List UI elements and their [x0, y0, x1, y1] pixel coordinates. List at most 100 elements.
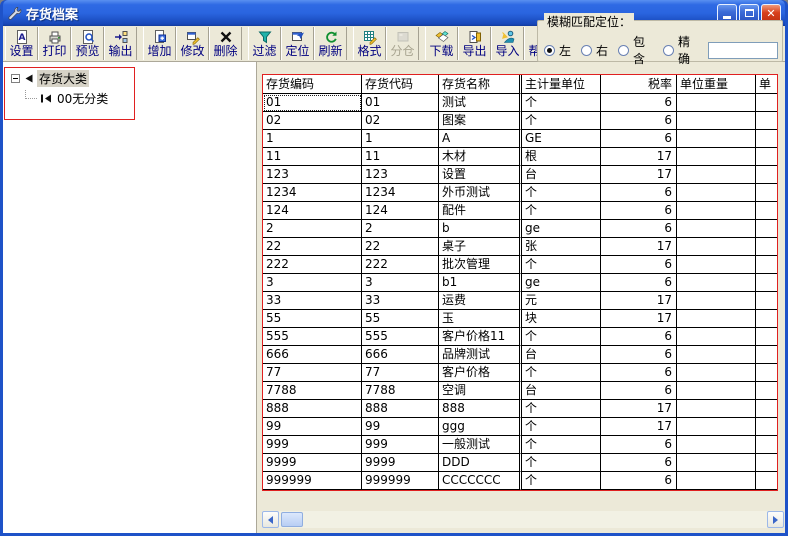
- grid-cell[interactable]: [677, 94, 756, 112]
- grid-cell[interactable]: 1234: [362, 184, 439, 202]
- grid-cell[interactable]: 17: [601, 400, 677, 418]
- grid-cell[interactable]: 6: [601, 256, 677, 274]
- grid-cell[interactable]: 元: [519, 292, 601, 310]
- grid-cell[interactable]: ge: [519, 220, 601, 238]
- grid-cell[interactable]: 6: [601, 364, 677, 382]
- grid-cell[interactable]: 17: [601, 292, 677, 310]
- toolbar-button-format[interactable]: 格式: [353, 27, 386, 60]
- grid-cell[interactable]: [677, 256, 756, 274]
- grid-cell[interactable]: 55: [263, 310, 362, 328]
- grid-cell[interactable]: 个: [519, 94, 601, 112]
- grid-cell[interactable]: 玉: [439, 310, 519, 328]
- grid-cell[interactable]: [756, 400, 777, 418]
- grid-cell[interactable]: 6: [601, 328, 677, 346]
- grid-cell[interactable]: 个: [519, 418, 601, 436]
- grid-cell[interactable]: [677, 400, 756, 418]
- grid-cell[interactable]: 1: [362, 130, 439, 148]
- radio-label[interactable]: 左: [559, 42, 571, 59]
- fuzzy-match-input[interactable]: [708, 42, 778, 59]
- grid-cell[interactable]: 99: [263, 418, 362, 436]
- grid-cell[interactable]: 11: [263, 148, 362, 166]
- grid-cell[interactable]: [677, 166, 756, 184]
- toolbar-button-settings[interactable]: A设置: [5, 27, 38, 60]
- grid-cell[interactable]: 22: [263, 238, 362, 256]
- grid-cell[interactable]: [677, 274, 756, 292]
- toolbar-button-delete[interactable]: 删除: [209, 27, 242, 60]
- grid-cell[interactable]: 空调: [439, 382, 519, 400]
- grid-cell[interactable]: 99: [362, 418, 439, 436]
- radio-3[interactable]: [618, 45, 629, 56]
- grid-cell[interactable]: 6: [601, 112, 677, 130]
- grid-cell[interactable]: [677, 454, 756, 472]
- grid-cell[interactable]: [677, 238, 756, 256]
- grid-cell[interactable]: 台: [519, 346, 601, 364]
- grid-cell[interactable]: A: [439, 130, 519, 148]
- grid-cell[interactable]: 木材: [439, 148, 519, 166]
- tree-item-root[interactable]: 存货大类: [11, 70, 256, 87]
- grid-cell[interactable]: 124: [263, 202, 362, 220]
- grid-cell[interactable]: 一般测试: [439, 436, 519, 454]
- grid-cell[interactable]: 11: [362, 148, 439, 166]
- grid-cell[interactable]: 运费: [439, 292, 519, 310]
- grid-cell[interactable]: [756, 274, 777, 292]
- horizontal-scrollbar[interactable]: [262, 511, 784, 528]
- grid-cell[interactable]: [756, 94, 777, 112]
- column-header[interactable]: 单: [756, 75, 777, 94]
- grid-cell[interactable]: [677, 130, 756, 148]
- grid-cell[interactable]: [677, 292, 756, 310]
- grid-cell[interactable]: [677, 382, 756, 400]
- radio-2[interactable]: [581, 45, 592, 56]
- grid-cell[interactable]: 2: [362, 220, 439, 238]
- grid-cell[interactable]: 33: [362, 292, 439, 310]
- grid-cell[interactable]: 555: [263, 328, 362, 346]
- grid-cell[interactable]: 个: [519, 256, 601, 274]
- grid-cell[interactable]: 6: [601, 184, 677, 202]
- grid-cell[interactable]: 9999: [362, 454, 439, 472]
- grid-cell[interactable]: 17: [601, 238, 677, 256]
- column-header[interactable]: 存货代码: [362, 75, 439, 94]
- grid-cell[interactable]: 台: [519, 166, 601, 184]
- grid-cell[interactable]: 888: [439, 400, 519, 418]
- grid-cell[interactable]: [756, 418, 777, 436]
- grid-cell[interactable]: 个: [519, 202, 601, 220]
- grid-cell[interactable]: 222: [362, 256, 439, 274]
- grid-cell[interactable]: [677, 184, 756, 202]
- grid-cell[interactable]: [756, 382, 777, 400]
- grid-cell[interactable]: 台: [519, 382, 601, 400]
- grid-cell[interactable]: [756, 292, 777, 310]
- grid-cell[interactable]: 6: [601, 436, 677, 454]
- grid-cell[interactable]: [756, 166, 777, 184]
- grid-cell[interactable]: 1234: [263, 184, 362, 202]
- grid-cell[interactable]: [756, 130, 777, 148]
- grid-cell[interactable]: 123: [362, 166, 439, 184]
- grid-cell[interactable]: 55: [362, 310, 439, 328]
- tree-item-child[interactable]: 00无分类: [25, 90, 256, 107]
- column-header[interactable]: 主计量单位: [519, 75, 601, 94]
- grid-cell[interactable]: DDD: [439, 454, 519, 472]
- grid-cell[interactable]: ggg: [439, 418, 519, 436]
- grid-cell[interactable]: [756, 184, 777, 202]
- grid-cell[interactable]: [677, 202, 756, 220]
- grid-cell[interactable]: 设置: [439, 166, 519, 184]
- grid-cell[interactable]: 666: [263, 346, 362, 364]
- grid-cell[interactable]: 6: [601, 220, 677, 238]
- grid-cell[interactable]: 6: [601, 382, 677, 400]
- grid-cell[interactable]: 测试: [439, 94, 519, 112]
- grid-cell[interactable]: 77: [263, 364, 362, 382]
- grid-cell[interactable]: [677, 148, 756, 166]
- grid-cell[interactable]: 124: [362, 202, 439, 220]
- grid-cell[interactable]: [677, 346, 756, 364]
- grid-cell[interactable]: 配件: [439, 202, 519, 220]
- grid-cell[interactable]: b: [439, 220, 519, 238]
- grid-cell[interactable]: 999999: [362, 472, 439, 490]
- grid-cell[interactable]: 77: [362, 364, 439, 382]
- grid-cell[interactable]: 6: [601, 94, 677, 112]
- grid-cell[interactable]: [756, 454, 777, 472]
- toolbar-button-output[interactable]: 输出: [104, 27, 137, 60]
- grid-cell[interactable]: [756, 472, 777, 490]
- grid-cell[interactable]: 888: [362, 400, 439, 418]
- grid-cell[interactable]: 个: [519, 454, 601, 472]
- tree-child-label[interactable]: 00无分类: [55, 90, 110, 107]
- grid-cell[interactable]: [756, 202, 777, 220]
- grid-cell[interactable]: [756, 346, 777, 364]
